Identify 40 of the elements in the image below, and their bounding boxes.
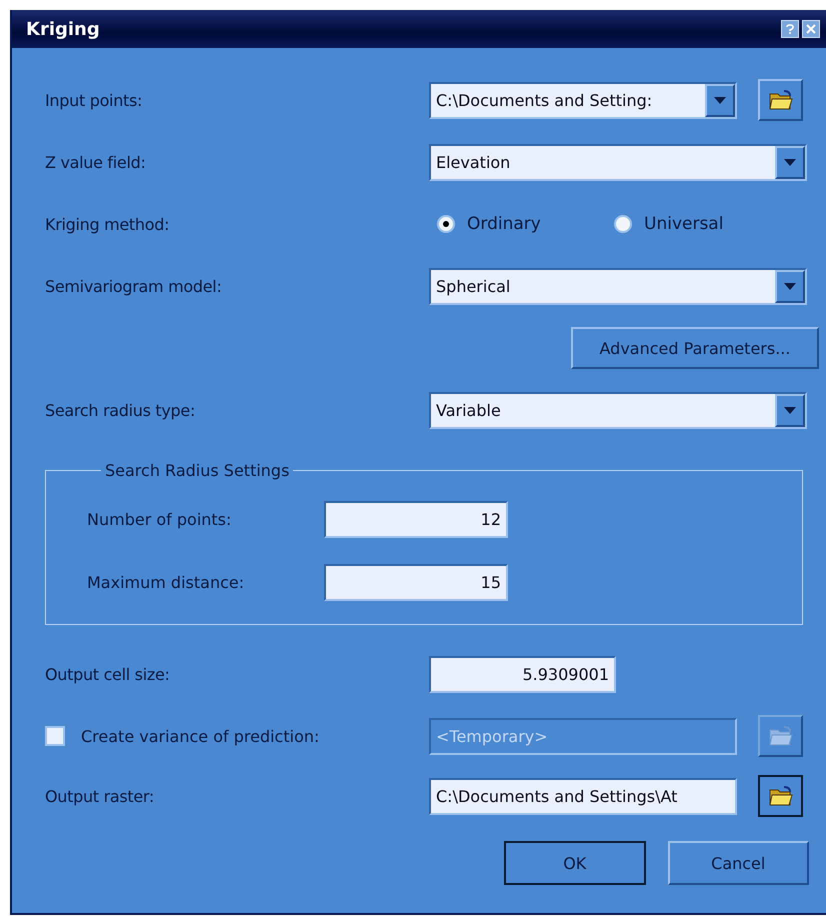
window-title: Kriging [26, 18, 100, 40]
field-label: Semivariogram model: [45, 276, 223, 296]
browse-button[interactable] [758, 775, 803, 817]
browse-button[interactable] [758, 79, 803, 121]
caret-icon [784, 406, 796, 414]
advanced-parameters-button[interactable]: Advanced Parameters... [571, 327, 819, 369]
dropdown[interactable]: Elevation [429, 144, 807, 180]
cancel-button[interactable]: Cancel [668, 841, 809, 885]
ok-button[interactable]: OK [504, 841, 646, 885]
field-label: Input points: [45, 90, 144, 110]
radio-button[interactable] [614, 215, 632, 233]
field-label: Search radius type: [45, 400, 196, 420]
dropdown[interactable]: Variable [429, 392, 807, 428]
field-label: Number of points: [87, 510, 232, 529]
checkbox-label: Create variance of prediction: [81, 726, 320, 746]
number-field[interactable]: 12 [324, 501, 508, 538]
close-button[interactable] [802, 20, 820, 38]
folder-icon [768, 89, 794, 111]
help-icon [786, 24, 794, 34]
folder-icon [768, 785, 794, 807]
input-field[interactable]: C:\Documents and Settings\At [429, 778, 737, 814]
number-field[interactable]: 15 [324, 564, 508, 601]
radio-option[interactable]: Universal [614, 214, 791, 234]
dropdown[interactable]: Spherical [429, 268, 807, 304]
group-title: Search Radius Settings [104, 461, 290, 480]
caret-icon [784, 158, 796, 166]
field-label: Output raster: [45, 786, 155, 806]
radio-button[interactable] [437, 215, 455, 233]
field-label: Z value field: [45, 152, 147, 172]
caret-icon [784, 282, 796, 290]
folder-icon [768, 725, 794, 747]
field-label: Kriging method: [45, 214, 170, 234]
help-button[interactable] [781, 20, 799, 38]
close-icon [806, 24, 816, 34]
number-field[interactable]: 5.9309001 [429, 656, 616, 692]
dropdown[interactable]: C:\Documents and Setting: [429, 82, 737, 118]
field-label: Output cell size: [45, 664, 171, 684]
field-label: Maximum distance: [87, 573, 246, 592]
radio-option[interactable]: Ordinary [437, 214, 614, 234]
caret-icon [714, 96, 726, 104]
